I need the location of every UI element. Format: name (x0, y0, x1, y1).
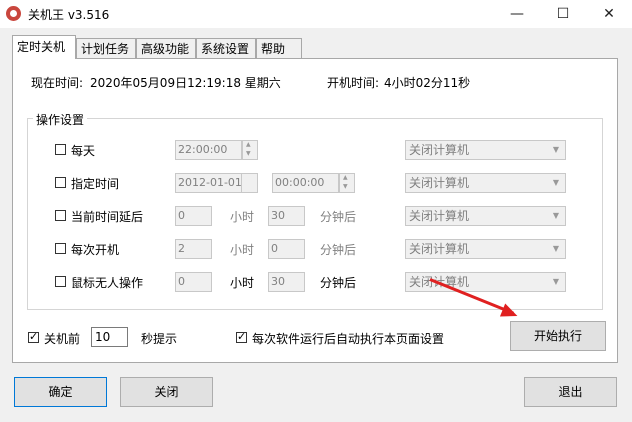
on-boot-minutes-field[interactable]: 0 (268, 239, 305, 259)
daily-time-spinner[interactable] (242, 140, 258, 160)
mouse-idle-checkbox[interactable] (55, 276, 66, 287)
chevron-down-icon: ▼ (552, 178, 560, 187)
current-time-label: 现在时间: (31, 76, 84, 90)
chevron-down-icon: ▼ (552, 244, 560, 253)
window-title: 关机王 v3.516 (28, 8, 110, 22)
tab-timed-shutdown[interactable]: 定时关机 (12, 35, 76, 59)
daily-time-field[interactable]: 22:00:00 (175, 140, 242, 160)
chevron-down-icon: ▼ (552, 145, 560, 154)
daily-action-select[interactable]: 关闭计算机 ▼ (405, 140, 566, 160)
before-shutdown-seconds-input[interactable]: 10 (91, 327, 128, 347)
group-title: 操作设置 (33, 111, 88, 128)
on-boot-action-select[interactable]: 关闭计算机 ▼ (405, 239, 566, 259)
uptime-value: 4小时02分11秒 (384, 76, 471, 90)
delay-hours-field[interactable]: 0 (175, 206, 212, 226)
specified-time-checkbox[interactable] (55, 177, 66, 188)
daily-label: 每天 (71, 144, 96, 158)
on-boot-label: 每次开机 (71, 243, 120, 257)
mouse-idle-hours-unit: 小时 (230, 276, 255, 290)
before-shutdown-checkbox[interactable] (28, 330, 39, 343)
seconds-prompt-label: 秒提示 (141, 332, 178, 346)
uptime-label: 开机时间: (327, 76, 380, 90)
on-boot-checkbox[interactable] (55, 243, 66, 254)
chevron-down-icon: ▼ (552, 277, 560, 286)
auto-run-checkbox[interactable] (236, 330, 247, 343)
maximize-button[interactable]: ☐ (540, 0, 586, 28)
delay-minutes-unit: 分钟后 (320, 210, 357, 224)
daily-checkbox[interactable] (55, 144, 66, 155)
delay-hours-unit: 小时 (230, 210, 255, 224)
mouse-idle-action-select[interactable]: 关闭计算机▼ (405, 272, 566, 292)
tab-help[interactable]: 帮助 (256, 38, 302, 58)
start-button[interactable]: 开始执行 (510, 321, 606, 351)
on-boot-hours-unit: 小时 (230, 243, 255, 257)
minimize-button[interactable]: — (494, 0, 540, 28)
delay-minutes-field[interactable]: 30 (268, 206, 305, 226)
date-picker-icon[interactable] (241, 174, 257, 192)
exit-button[interactable]: 退出 (524, 377, 617, 407)
delay-label: 当前时间延后 (71, 210, 144, 224)
specified-time-spinner[interactable] (339, 173, 355, 193)
close-button[interactable]: 关闭 (120, 377, 213, 407)
mouse-idle-label: 鼠标无人操作 (71, 276, 144, 290)
auto-run-label: 每次软件运行后自动执行本页面设置 (252, 332, 445, 346)
ok-button[interactable]: 确定 (14, 377, 107, 407)
specified-time-field[interactable]: 00:00:00 (272, 173, 339, 193)
current-time-value: 2020年05月09日12:19:18 星期六 (90, 76, 281, 90)
mouse-idle-minutes-unit: 分钟后 (320, 276, 357, 290)
tab-scheduled-tasks[interactable]: 计划任务 (76, 38, 136, 58)
specified-action-select[interactable]: 关闭计算机 ▼ (405, 173, 566, 193)
mouse-idle-hours-field[interactable]: 0 (175, 272, 212, 292)
on-boot-minutes-unit: 分钟后 (320, 243, 357, 257)
delay-action-select[interactable]: 关闭计算机 ▼ (405, 206, 566, 226)
mouse-idle-minutes-field[interactable]: 30 (268, 272, 305, 292)
tab-advanced[interactable]: 高级功能 (136, 38, 196, 58)
power-icon (6, 6, 21, 21)
tab-system-settings[interactable]: 系统设置 (196, 38, 256, 58)
delay-checkbox[interactable] (55, 210, 66, 221)
before-shutdown-label: 关机前 (44, 332, 81, 346)
close-window-button[interactable]: ✕ (586, 0, 632, 28)
specified-time-label: 指定时间 (71, 177, 120, 191)
on-boot-hours-field[interactable]: 2 (175, 239, 212, 259)
chevron-down-icon: ▼ (552, 211, 560, 220)
